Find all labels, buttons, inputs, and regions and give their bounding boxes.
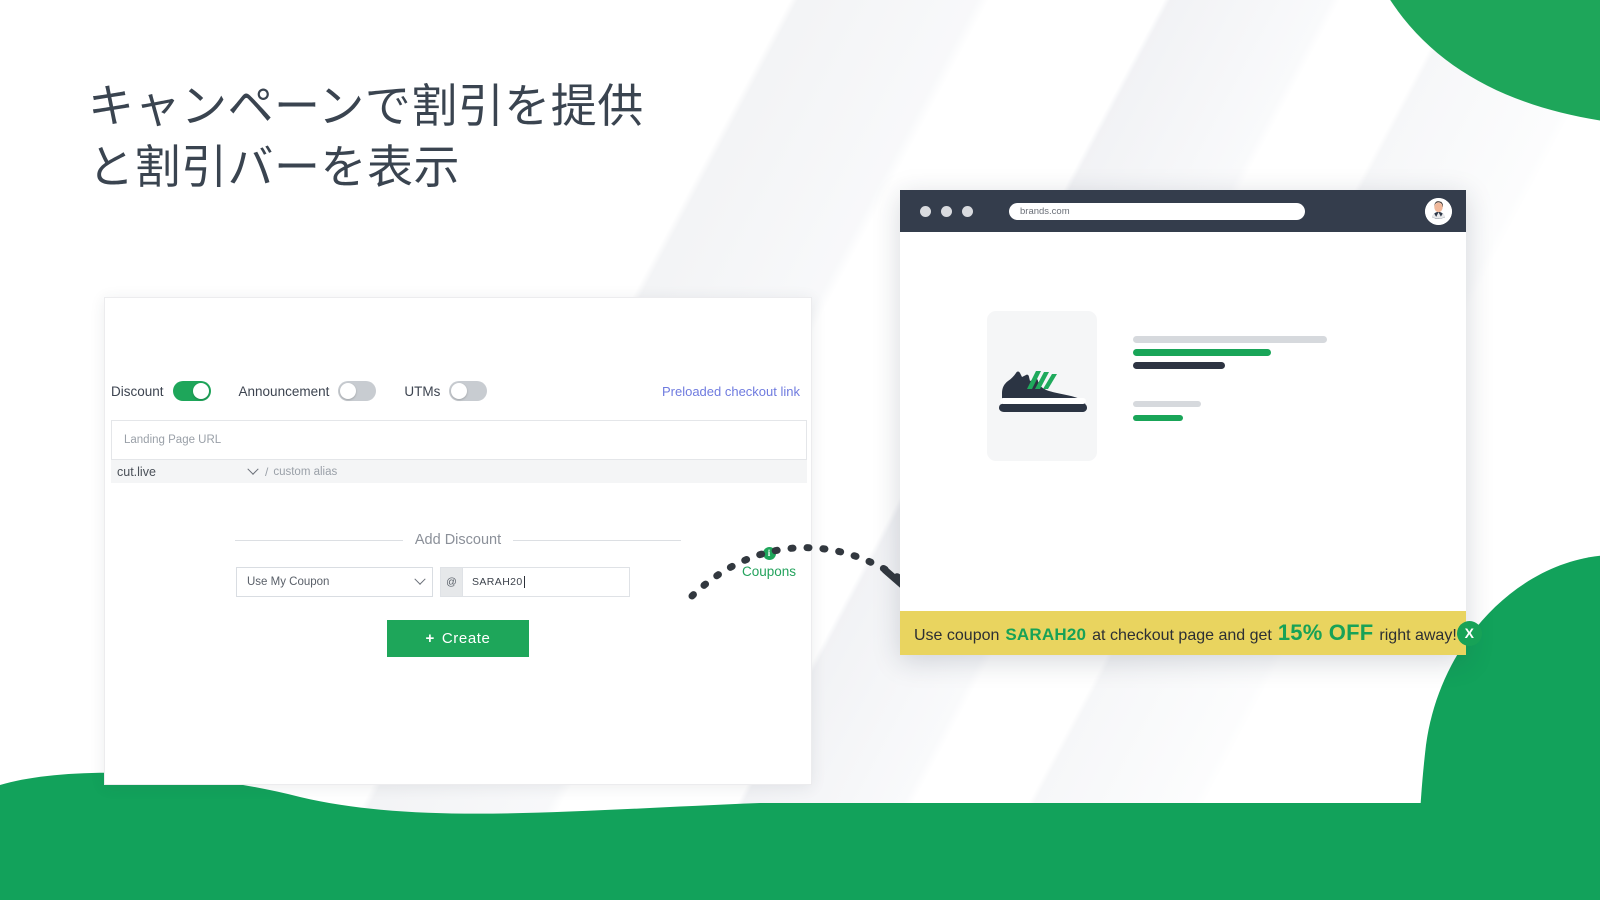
- coupon-code-input[interactable]: SARAH20: [463, 568, 629, 596]
- landing-page-url-input[interactable]: Landing Page URL: [111, 420, 807, 460]
- toggle-discount[interactable]: Discount: [111, 381, 211, 401]
- skeleton-line: [1133, 336, 1327, 343]
- toggle-utms-switch[interactable]: [449, 381, 488, 401]
- alias-separator: /: [265, 464, 269, 479]
- toggle-discount-switch[interactable]: [172, 381, 211, 401]
- announcement-text-middle: at checkout page and get: [1092, 627, 1272, 644]
- skeleton-line: [1133, 349, 1271, 356]
- toggles-row: Discount Announcement UTMs Preloaded che…: [105, 376, 811, 406]
- address-bar-url: brands.com: [1020, 205, 1070, 217]
- create-button-label: Create: [441, 630, 491, 647]
- window-dot-maximize[interactable]: [962, 205, 973, 217]
- coupon-code-value: SARAH20: [472, 576, 523, 588]
- announcement-bar: Use coupon SARAH20 at checkout page and …: [900, 611, 1482, 655]
- browser-chrome: brands.com: [900, 190, 1466, 232]
- landing-page-url-placeholder: Landing Page URL: [124, 434, 222, 446]
- sneaker-icon: [987, 311, 1097, 461]
- coupon-code-group: @ SARAH20: [440, 567, 630, 597]
- toggle-announcement[interactable]: Announcement: [239, 381, 377, 401]
- alias-row: cut.live / custom alias: [111, 460, 807, 483]
- toggle-announcement-label: Announcement: [238, 383, 330, 399]
- promo-canvas: キャンペーンで割引を提供 と割引バーを表示 Discount Announcem…: [0, 0, 1600, 900]
- coupons-link-wrap: i Coupons: [736, 547, 802, 581]
- announcement-text-before: Use coupon: [914, 627, 1000, 644]
- campaign-form-card: Discount Announcement UTMs Preloaded che…: [104, 297, 812, 785]
- toggle-utms-label: UTMs: [404, 383, 441, 399]
- create-button[interactable]: + Create: [387, 620, 529, 657]
- announcement-coupon-code: SARAH20: [1005, 625, 1087, 644]
- announcement-text: Use coupon SARAH20 at checkout page and …: [914, 620, 1457, 646]
- toggle-knob: [451, 383, 468, 399]
- divider-line-left: [235, 539, 403, 541]
- skeleton-line: [1133, 401, 1201, 407]
- skeleton-line: [1133, 415, 1183, 421]
- toggle-knob: [192, 383, 209, 399]
- address-bar[interactable]: brands.com: [1009, 202, 1305, 220]
- toggle-discount-label: Discount: [111, 383, 164, 399]
- announcement-text-after: right away!: [1379, 627, 1457, 644]
- window-dot-minimize[interactable]: [941, 205, 952, 217]
- preloaded-checkout-link[interactable]: Preloaded checkout link: [662, 384, 800, 399]
- browser-viewport: Use coupon SARAH20 at checkout page and …: [900, 232, 1482, 655]
- coupon-row: Use My Coupon @ SARAH20 i Coupons: [236, 547, 796, 597]
- custom-alias-input[interactable]: custom alias: [273, 466, 337, 478]
- domain-select-value: cut.live: [117, 464, 156, 479]
- chevron-down-icon: [247, 463, 259, 475]
- toggle-utms[interactable]: UTMs: [404, 381, 488, 401]
- avatar[interactable]: [1425, 197, 1452, 225]
- chevron-down-icon: [414, 573, 426, 585]
- coupon-source-value: Use My Coupon: [247, 576, 330, 588]
- coupons-link[interactable]: Coupons: [742, 564, 796, 579]
- page-title: キャンペーンで割引を提供 と割引バーを表示: [88, 79, 644, 194]
- window-controls[interactable]: [920, 205, 973, 217]
- plus-icon: +: [425, 630, 435, 647]
- browser-mockup: brands.com Use coupon SARAH20 at checkou…: [900, 190, 1482, 655]
- close-icon[interactable]: X: [1456, 620, 1482, 646]
- skeleton-line: [1133, 362, 1225, 369]
- domain-select[interactable]: cut.live: [117, 463, 263, 479]
- announcement-discount: 15% OFF: [1277, 620, 1374, 645]
- text-caret: [523, 576, 525, 588]
- add-discount-divider: Add Discount: [235, 532, 681, 548]
- info-icon[interactable]: i: [762, 547, 776, 560]
- add-discount-label: Add Discount: [414, 532, 502, 548]
- toggle-knob: [340, 383, 357, 399]
- decorative-blob-top-right: [1370, 0, 1600, 140]
- window-dot-close[interactable]: [920, 205, 931, 217]
- toggle-announcement-switch[interactable]: [338, 381, 377, 401]
- divider-line-right: [513, 539, 681, 541]
- coupon-source-select[interactable]: Use My Coupon: [236, 567, 433, 597]
- at-symbol-icon: @: [441, 568, 463, 596]
